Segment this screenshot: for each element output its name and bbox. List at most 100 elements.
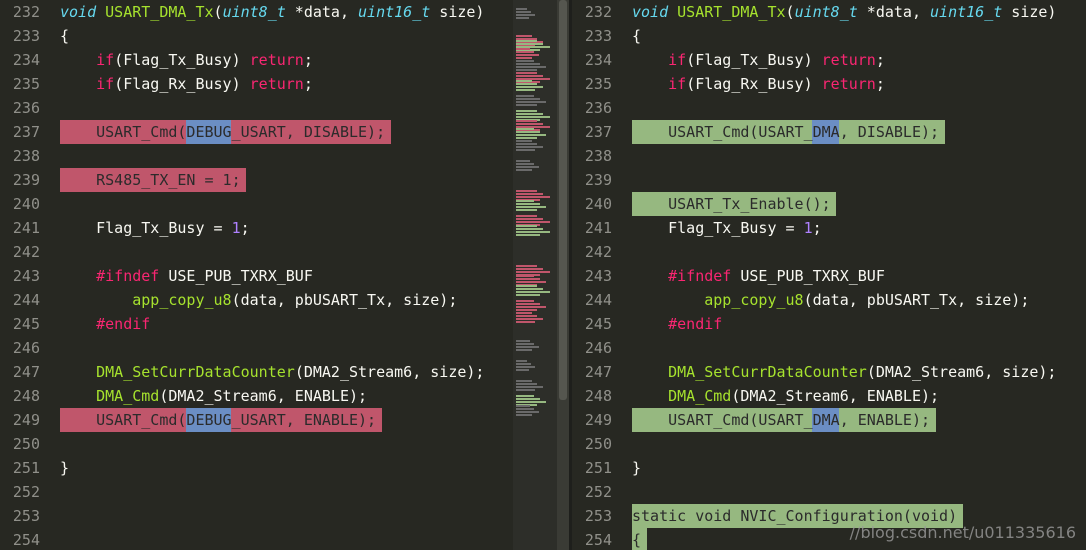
minimap-line xyxy=(516,306,547,308)
line-number: 254 xyxy=(584,531,612,549)
line-number: 250 xyxy=(12,435,40,453)
minimap-line xyxy=(516,405,530,407)
code-line[interactable]: DMA_SetCurrDataCounter(DMA2_Stream6, siz… xyxy=(60,360,484,384)
code-line[interactable]: RS485_TX_EN = 1; xyxy=(60,168,241,192)
minimap-line xyxy=(516,300,535,302)
right-code-area[interactable]: void USART_DMA_Tx(uint8_t *data, uint16_… xyxy=(632,0,1086,550)
code-line[interactable]: if(Flag_Tx_Busy) return; xyxy=(632,48,885,72)
minimap-line xyxy=(516,206,547,208)
minimap-line xyxy=(516,340,530,342)
code-line[interactable]: { xyxy=(60,24,69,48)
minimap-line xyxy=(516,75,544,77)
minimap-line xyxy=(516,101,547,103)
minimap-line xyxy=(516,83,538,85)
line-number: 242 xyxy=(12,243,40,261)
line-number: 236 xyxy=(12,99,40,117)
minimap-line xyxy=(516,143,538,145)
minimap-line xyxy=(516,146,543,148)
minimap-line xyxy=(516,140,532,142)
minimap-line xyxy=(516,312,532,314)
line-number: 253 xyxy=(12,507,40,525)
minimap-line xyxy=(516,160,530,162)
line-number: 250 xyxy=(584,435,612,453)
line-number: 238 xyxy=(12,147,40,165)
minimap-line xyxy=(516,193,544,195)
minimap-line xyxy=(516,89,535,91)
code-line[interactable]: #ifndef USE_PUB_TXRX_BUF xyxy=(632,264,885,288)
line-number: 248 xyxy=(12,387,40,405)
line-number: 248 xyxy=(584,387,612,405)
line-number: 249 xyxy=(12,411,40,429)
minimap-line xyxy=(516,408,535,410)
line-number: 233 xyxy=(12,27,40,45)
code-line[interactable]: USART_Tx_Enable(); xyxy=(632,192,831,216)
code-line[interactable]: DMA_Cmd(DMA2_Stream6, ENABLE); xyxy=(60,384,367,408)
code-line[interactable]: USART_Cmd(USART_DMA, ENABLE); xyxy=(632,408,930,432)
code-line[interactable]: USART_Cmd(DEBUG_USART, DISABLE); xyxy=(60,120,385,144)
minimap-line xyxy=(516,215,537,217)
minimap-line xyxy=(516,411,539,413)
minimap-line xyxy=(516,389,535,391)
minimap-line xyxy=(516,401,547,403)
line-number: 252 xyxy=(584,483,612,501)
minimap-line xyxy=(516,275,535,277)
line-number: 235 xyxy=(12,75,40,93)
minimap-line xyxy=(516,349,532,351)
minimap-line xyxy=(516,268,544,270)
minimap-line xyxy=(516,66,547,68)
minimap-line xyxy=(516,278,541,280)
scrollbar-thumb[interactable] xyxy=(559,0,567,400)
code-line[interactable]: if(Flag_Rx_Busy) return; xyxy=(632,72,885,96)
code-line[interactable]: app_copy_u8(data, pbUSART_Tx, size); xyxy=(60,288,457,312)
minimap-line xyxy=(516,131,541,133)
line-number: 252 xyxy=(12,483,40,501)
minimap-line xyxy=(516,120,537,122)
code-line[interactable]: } xyxy=(60,456,69,480)
minimap-line xyxy=(516,14,535,16)
code-line[interactable]: void USART_DMA_Tx(uint8_t *data, uint16_… xyxy=(632,0,1056,24)
line-number: 232 xyxy=(12,3,40,21)
code-line[interactable]: Flag_Tx_Busy = 1; xyxy=(632,216,822,240)
code-line[interactable]: #ifndef USE_PUB_TXRX_BUF xyxy=(60,264,313,288)
minimap-line xyxy=(516,321,535,323)
code-line[interactable]: #endif xyxy=(632,312,722,336)
code-line[interactable]: Flag_Tx_Busy = 1; xyxy=(60,216,250,240)
line-number: 240 xyxy=(584,195,612,213)
minimap-line xyxy=(516,366,535,368)
code-line[interactable]: void USART_DMA_Tx(uint8_t *data, uint16_… xyxy=(60,0,484,24)
minimap-line xyxy=(516,380,532,382)
code-line[interactable]: USART_Cmd(USART_DMA, DISABLE); xyxy=(632,120,939,144)
code-line[interactable]: USART_Cmd(DEBUG_USART, ENABLE); xyxy=(60,408,376,432)
code-line[interactable]: DMA_Cmd(DMA2_Stream6, ENABLE); xyxy=(632,384,939,408)
code-line[interactable]: if(Flag_Tx_Busy) return; xyxy=(60,48,313,72)
code-line[interactable]: } xyxy=(632,456,641,480)
minimap-line xyxy=(516,200,535,202)
code-line[interactable]: if(Flag_Rx_Busy) return; xyxy=(60,72,313,96)
minimap[interactable] xyxy=(513,0,557,550)
minimap-line xyxy=(516,386,543,388)
right-editor-pane[interactable]: 232 233 234 235 236 237 238 239 240 241 242 243 244 2… xyxy=(572,0,1086,550)
minimap-line xyxy=(516,69,538,71)
line-number: 246 xyxy=(12,339,40,357)
minimap-line xyxy=(516,35,532,37)
line-number: 247 xyxy=(584,363,612,381)
line-number: 237 xyxy=(584,123,612,141)
code-line[interactable]: app_copy_u8(data, pbUSART_Tx, size); xyxy=(632,288,1029,312)
minimap-line xyxy=(516,360,528,362)
code-line[interactable]: { xyxy=(632,24,641,48)
code-line[interactable]: { xyxy=(632,528,641,550)
line-number: 239 xyxy=(12,171,40,189)
minimap-line xyxy=(516,288,544,290)
code-line[interactable]: DMA_SetCurrDataCounter(DMA2_Stream6, siz… xyxy=(632,360,1056,384)
line-number: 240 xyxy=(12,195,40,213)
minimap-line xyxy=(516,218,544,220)
minimap-line xyxy=(516,315,538,317)
line-number: 234 xyxy=(584,51,612,69)
minimap-line xyxy=(516,8,528,10)
left-code-area[interactable]: void USART_DMA_Tx(uint8_t *data, uint16_… xyxy=(60,0,513,550)
left-editor-pane[interactable]: 232 233 234 235 236 237 238 239 240 241 242 243 244 2… xyxy=(0,0,513,550)
line-number: 249 xyxy=(584,411,612,429)
minimap-line xyxy=(516,60,535,62)
code-line[interactable]: #endif xyxy=(60,312,150,336)
line-number: 242 xyxy=(584,243,612,261)
